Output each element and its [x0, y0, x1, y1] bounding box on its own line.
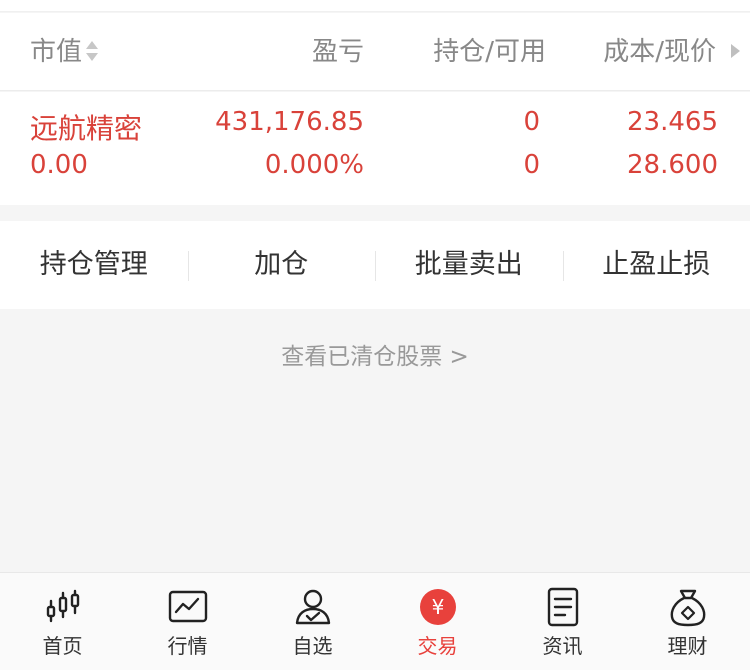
batch-sell-button[interactable]: 批量卖出 [375, 221, 563, 309]
cost-price-header: 成本/现价 [603, 37, 716, 67]
action-bar: 持仓管理 加仓 批量卖出 止盈止损 [0, 221, 750, 309]
position-manage-button[interactable]: 持仓管理 [0, 221, 188, 309]
bottom-tab-bar: 首页 行情 自选 ¥ 交易 资讯 理财 [0, 572, 750, 670]
tab-news-label: 资讯 [542, 634, 583, 658]
user-check-icon [295, 589, 330, 625]
cost-price: 23.465 [627, 107, 718, 137]
candlestick-icon [46, 589, 79, 623]
position-qty: 0 [523, 107, 540, 137]
market-value-header[interactable]: 市值 [30, 13, 99, 91]
position-header: 持仓/可用 [433, 37, 546, 67]
tab-trade[interactable]: ¥ 交易 [375, 573, 500, 670]
tab-watchlist[interactable]: 自选 [250, 573, 375, 670]
stop-profit-loss-button[interactable]: 止盈止损 [562, 221, 750, 309]
add-position-button[interactable]: 加仓 [187, 221, 376, 309]
profit-loss-header: 盈亏 [311, 37, 364, 67]
profit-loss-percent: 0.000% [264, 150, 364, 180]
tab-watchlist-label: 自选 [292, 634, 333, 658]
tab-home[interactable]: 首页 [0, 573, 125, 670]
view-cleared-stocks-link[interactable]: 查看已清仓股票 > [0, 337, 750, 371]
tab-market[interactable]: 行情 [125, 573, 250, 670]
current-price: 28.600 [627, 150, 718, 180]
top-strip [0, 0, 750, 12]
market-value-label: 市值 [30, 37, 83, 67]
yuan-coin-icon: ¥ [419, 589, 456, 625]
trend-chart-icon [168, 590, 207, 623]
tab-wealth[interactable]: 理财 [625, 573, 750, 670]
tab-wealth-label: 理财 [667, 634, 708, 658]
tab-home-label: 首页 [42, 634, 83, 658]
scroll-right-icon[interactable] [731, 44, 740, 58]
market-value: 0.00 [30, 150, 88, 180]
available-qty: 0 [523, 150, 540, 180]
tab-news[interactable]: 资讯 [500, 573, 625, 670]
money-bag-icon [670, 589, 705, 627]
trade-symbol: ¥ [431, 595, 444, 619]
holdings-header: 市值 盈亏 持仓/可用 成本/现价 [0, 13, 750, 91]
holding-row[interactable]: 远航精密 0.00 431,176.85 0.000% 0 0 23.465 2… [0, 92, 750, 205]
tab-market-label: 行情 [167, 634, 208, 658]
profit-loss: 431,176.85 [215, 107, 364, 137]
sort-icon[interactable] [86, 39, 99, 63]
document-icon [547, 587, 578, 627]
stock-name: 远航精密 [30, 112, 143, 145]
tab-trade-label: 交易 [417, 634, 458, 658]
